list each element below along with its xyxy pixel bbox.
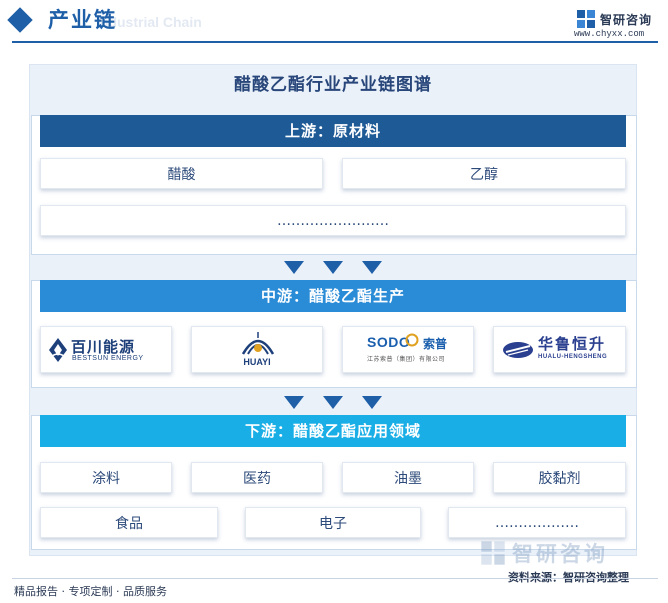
upstream-item: 乙醇 <box>342 158 626 189</box>
upstream-heading: 上游：原材料 <box>40 115 626 147</box>
flow-arrows <box>284 261 384 275</box>
huayi-mark-icon <box>241 332 275 355</box>
brand-mark-icon <box>577 10 595 28</box>
arrow-down-icon <box>362 396 382 409</box>
hualu-en-name: HUALU-HENGSHENG <box>538 354 608 360</box>
arrow-down-icon <box>284 261 304 274</box>
watermark-logo: 智研咨询 <box>480 538 608 568</box>
company-logo-sodo: SODO 索普 江苏索普（集团）有限公司 <box>342 326 474 373</box>
sodo-name: SODO <box>367 334 411 350</box>
brand-url: www.chyxx.com <box>574 29 645 39</box>
downstream-item: 医药 <box>191 462 323 493</box>
bestsun-mark-icon <box>49 338 67 362</box>
footer-divider <box>12 578 658 579</box>
downstream-item: 食品 <box>40 507 218 538</box>
source-note: 资料来源：智研咨询整理 <box>508 571 629 584</box>
sodo-cn-name: 索普 <box>423 337 448 351</box>
sodo-ring-icon <box>405 333 419 347</box>
hualu-mark-icon <box>503 342 533 358</box>
brand-logo: 智研咨询 <box>576 9 652 29</box>
company-logo-hualu: 华鲁恒升 HUALU-HENGSHENG <box>493 326 626 373</box>
company-logo-huayi: HUAYI <box>191 326 323 373</box>
downstream-item: 涂料 <box>40 462 172 493</box>
header-diamond-icon <box>7 7 33 33</box>
bestsun-en-name: BESTSUN ENERGY <box>72 355 144 362</box>
bestsun-name: 百川能源 <box>71 338 136 356</box>
upstream-item: 醋酸 <box>40 158 323 189</box>
flow-arrows <box>284 396 384 410</box>
downstream-item: 油墨 <box>342 462 474 493</box>
downstream-item: 电子 <box>245 507 421 538</box>
upstream-item: …………………… <box>40 205 626 236</box>
arrow-down-icon <box>323 261 343 274</box>
watermark-mark-icon <box>481 541 505 565</box>
diagram-title: 醋酸乙酯行业产业链图谱 <box>234 75 432 95</box>
header-title: 产业链 <box>48 8 117 32</box>
downstream-item: ……………… <box>448 507 626 538</box>
downstream-heading: 下游：醋酸乙酯应用领域 <box>40 415 626 447</box>
watermark-text: 智研咨询 <box>512 542 608 566</box>
arrow-down-icon <box>323 396 343 409</box>
footer-tagline: 精品报告 · 专项定制 · 品质服务 <box>14 585 167 598</box>
company-logo-bestsun: 百川能源 BESTSUN ENERGY <box>40 326 172 373</box>
header-divider <box>12 41 658 43</box>
midstream-heading: 中游：醋酸乙酯生产 <box>40 280 626 312</box>
downstream-item: 胶黏剂 <box>493 462 626 493</box>
arrow-down-icon <box>362 261 382 274</box>
huayi-name: HUAYI <box>243 357 271 367</box>
arrow-down-icon <box>284 396 304 409</box>
hualu-name: 华鲁恒升 <box>538 335 607 353</box>
brand-name: 智研咨询 <box>600 12 653 27</box>
sodo-sub-name: 江苏索普（集团）有限公司 <box>367 356 446 363</box>
